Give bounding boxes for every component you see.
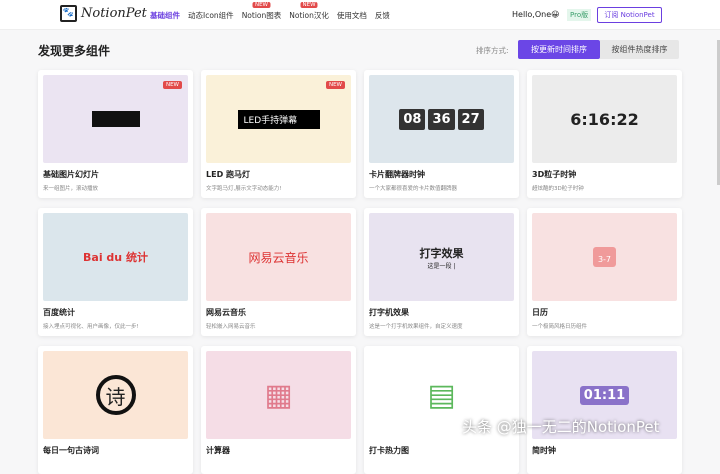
calendar-icon: 3-7 [592, 247, 617, 267]
nav-label: 使用文档 [336, 11, 367, 20]
card-preview: 08 36 27 [369, 75, 514, 163]
nav-label: 动态Icon组件 [188, 11, 234, 20]
card-title: 日历 [532, 308, 548, 317]
component-card[interactable]: 08 36 27 卡片翻牌器时钟 一个大家都很喜爱的卡片数值翻牌器 [364, 70, 519, 198]
nav-item[interactable]: 使用文档 [337, 10, 367, 21]
component-card[interactable]: Bai du 统计 百度统计 接入埋点可视化、用户画像，仅此一步! [38, 208, 193, 336]
card-preview: LED手持弹幕 NEW [206, 75, 351, 163]
led-preview: LED手持弹幕 [237, 109, 320, 129]
flip-digit: 08 [399, 108, 426, 130]
component-grid: NEW 基础图片幻灯片 来一组图片，滚动播放 LED手持弹幕 NEW LED 跑马灯… [38, 70, 682, 474]
watermark: 头条 @独一无二的NotionPet [462, 418, 660, 436]
poem-logo: 诗 [95, 375, 136, 415]
card-preview: 诗 [43, 351, 188, 439]
nav-item[interactable]: 基础组件 [150, 10, 180, 21]
card-title: 3D粒子时钟 [532, 170, 577, 179]
new-badge: NEW [325, 81, 345, 89]
card-desc: 轻松嵌入网易云音乐 [206, 324, 256, 330]
card-title: 每日一句古诗词 [43, 446, 99, 455]
component-card[interactable]: 3-7 日历 一个极简风格日历组件 [527, 208, 682, 336]
subscribe-button[interactable]: 订阅 NotionPet [597, 7, 662, 23]
nav-label: Notion汉化 [289, 11, 329, 20]
main-nav: 基础组件 动态Icon组件 Notion图表 NEW Notion汉化 NEW 使用文档 反馈 [150, 2, 390, 21]
nav-label: 基础组件 [150, 11, 180, 20]
sort-by-time-button[interactable]: 按更新时间排序 [518, 40, 600, 59]
nav-item[interactable]: Notion汉化 NEW [289, 2, 329, 21]
card-desc: 一个极简风格日历组件 [532, 324, 588, 330]
component-card[interactable]: ▦ 计算器 [201, 346, 356, 474]
typing-preview: 打字效果 [419, 246, 464, 260]
new-badge: NEW [252, 2, 270, 8]
logo[interactable]: 🐾 NotionPet [60, 5, 147, 22]
typing-sub: 这是一段 | [427, 262, 456, 270]
nav-label: Notion图表 [241, 11, 282, 20]
new-badge: NEW [162, 81, 182, 89]
greeting: Hello,One😀 [512, 10, 560, 19]
heatmap-preview: ▤ [427, 377, 456, 413]
calculator-icon: ▦ [264, 377, 293, 413]
card-title: 百度统计 [43, 308, 75, 317]
card-desc: 文字跑马灯,展示文字动态能力! [206, 186, 282, 192]
card-title: 卡片翻牌器时钟 [369, 170, 425, 179]
simple-clock-preview: 01:11 [579, 385, 630, 405]
card-title: 网易云音乐 [206, 308, 246, 317]
nav-item[interactable]: Notion图表 NEW [241, 2, 282, 21]
card-preview: 6:16:22 [532, 75, 677, 163]
card-preview: Bai du 统计 [43, 213, 188, 301]
card-title: 计算器 [206, 446, 230, 455]
card-title: 基础图片幻灯片 [43, 170, 99, 179]
card-title: 简时钟 [532, 446, 556, 455]
pro-badge: Pro版 [567, 9, 592, 21]
page-title: 发现更多组件 [38, 44, 111, 58]
card-desc: 一个大家都很喜爱的卡片数值翻牌器 [369, 186, 458, 192]
flip-digit: 36 [428, 108, 455, 130]
card-preview: 网易云音乐 [206, 213, 351, 301]
card-preview: NEW [43, 75, 188, 163]
top-bar: 🐾 NotionPet 基础组件 动态Icon组件 Notion图表 NEW Notion… [0, 0, 720, 30]
card-desc: 这是一个打字机效果组件，自定义速度 [369, 324, 463, 330]
sort-label: 排序方式: [476, 46, 509, 55]
card-preview: 3-7 [532, 213, 677, 301]
component-card[interactable]: 01:11 简时钟 [527, 346, 682, 474]
nav-label: 反馈 [374, 11, 390, 20]
flip-digit: 27 [457, 108, 484, 130]
card-preview: 打字效果这是一段 | [369, 213, 514, 301]
clock-preview: 6:16:22 [570, 109, 639, 129]
component-card[interactable]: LED手持弹幕 NEW LED 跑马灯 文字跑马灯,展示文字动态能力! [201, 70, 356, 198]
card-desc: 超炫酷的3D粒子时钟 [532, 186, 584, 192]
new-badge: NEW [300, 2, 318, 8]
card-desc: 接入埋点可视化、用户画像，仅此一步! [43, 324, 139, 330]
sort-by-popularity-button[interactable]: 按组件热度排序 [600, 40, 679, 59]
component-card[interactable]: 诗 每日一句古诗词 [38, 346, 193, 474]
card-title: 打卡热力图 [369, 446, 409, 455]
component-card[interactable]: 6:16:22 3D粒子时钟 超炫酷的3D粒子时钟 [527, 70, 682, 198]
slideshow-preview [91, 111, 140, 127]
component-card[interactable]: 打字效果这是一段 | 打字机效果 这是一个打字机效果组件，自定义速度 [364, 208, 519, 336]
nav-item[interactable]: 动态Icon组件 [188, 10, 234, 21]
component-card[interactable]: NEW 基础图片幻灯片 来一组图片，滚动播放 [38, 70, 193, 198]
card-desc: 来一组图片，滚动播放 [43, 186, 99, 192]
nav-item[interactable]: 反馈 [375, 10, 390, 21]
paw-icon: 🐾 [60, 5, 77, 22]
netease-logo: 网易云音乐 [248, 250, 309, 265]
component-card[interactable]: ▤ 打卡热力图 [364, 346, 519, 474]
card-title: LED 跑马灯 [206, 170, 250, 179]
card-title: 打字机效果 [369, 308, 409, 317]
component-card[interactable]: 网易云音乐 网易云音乐 轻松嵌入网易云音乐 [201, 208, 356, 336]
baidu-logo: Bai du 统计 [83, 251, 148, 264]
card-preview: ▦ [206, 351, 351, 439]
